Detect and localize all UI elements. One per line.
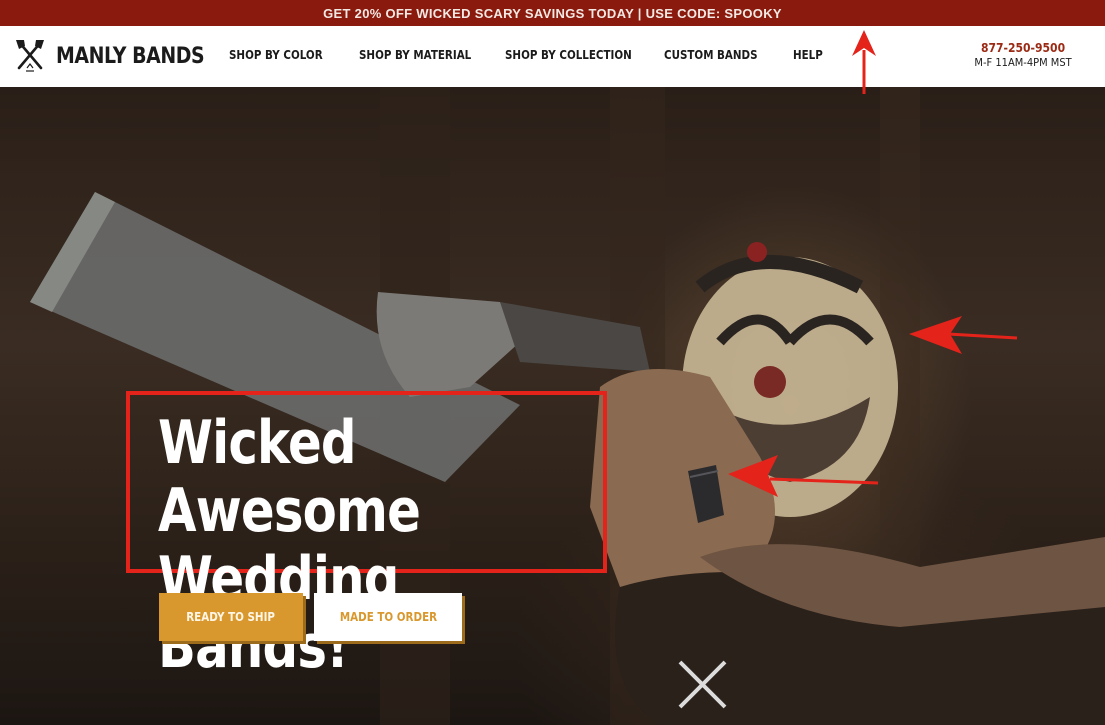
- ready-to-ship-label: READY TO SHIP: [186, 610, 276, 624]
- nav-shop-by-color[interactable]: SHOP BY COLOR: [229, 48, 323, 62]
- nav-help[interactable]: HELP: [793, 48, 823, 62]
- headline-line-1: Wicked Awesome: [158, 408, 421, 546]
- top-navigation: MANLY BANDS SHOP BY COLOR SHOP BY MATERI…: [0, 26, 1105, 87]
- red-arrow-icon: [852, 30, 876, 94]
- brand-logo[interactable]: MANLY BANDS: [14, 38, 228, 74]
- made-to-order-label: MADE TO ORDER: [339, 610, 437, 624]
- hero-section: Wicked Awesome Wedding Bands! READY TO S…: [0, 87, 1105, 725]
- ready-to-ship-button[interactable]: READY TO SHIP: [159, 593, 303, 641]
- business-hours: M-F 11AM-4PM MST: [974, 56, 1072, 69]
- brand-name: MANLY BANDS: [56, 43, 205, 69]
- nav-shop-by-collection[interactable]: SHOP BY COLLECTION: [505, 48, 632, 62]
- promo-banner[interactable]: GET 20% OFF WICKED SCARY SAVINGS TODAY |…: [0, 0, 1105, 26]
- crossed-axes-icon: [16, 40, 44, 72]
- contact-info: 877-250-9500 M-F 11AM-4PM MST: [969, 41, 1077, 69]
- nav-custom-bands[interactable]: CUSTOM BANDS: [664, 48, 758, 62]
- phone-number[interactable]: 877-250-9500: [974, 41, 1071, 55]
- made-to-order-button[interactable]: MADE TO ORDER: [314, 593, 462, 641]
- promo-text: GET 20% OFF WICKED SCARY SAVINGS TODAY |…: [323, 5, 782, 21]
- nav-shop-by-material[interactable]: SHOP BY MATERIAL: [359, 48, 471, 62]
